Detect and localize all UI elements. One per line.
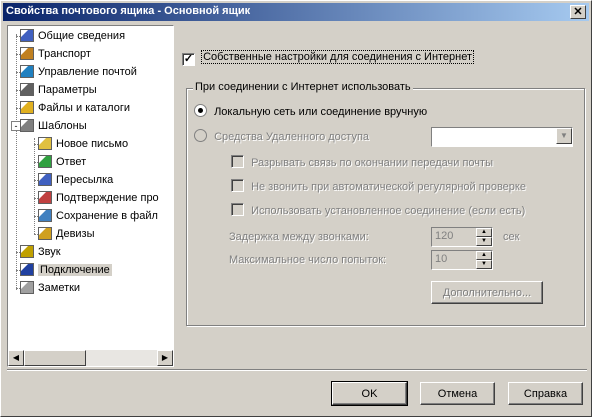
tree-item-label: Ответ [56, 156, 87, 168]
transport-icon [20, 47, 34, 60]
mottos-icon [38, 227, 52, 240]
tree-item-label: Подтверждение про [56, 192, 159, 204]
no-dial-label: Не звонить при автоматической регулярной… [251, 181, 526, 193]
mail-management-icon [20, 65, 34, 78]
dialog-window: Свойства почтового ящика - Основной ящик… [0, 0, 592, 417]
cancel-button[interactable]: Отмена [420, 382, 495, 405]
connection-settings-panel: ✓ Собственные настройки для соединения с… [177, 25, 587, 365]
new-letter-icon [38, 137, 52, 150]
divider [7, 369, 587, 371]
tree-item[interactable]: Транспорт [20, 46, 91, 62]
confirmation-icon [38, 191, 52, 204]
tree-item[interactable]: Общие сведения [20, 28, 125, 44]
tree-item[interactable]: Файлы и каталоги [20, 100, 130, 116]
tree-item[interactable]: Звук [20, 244, 61, 260]
group-title: При соединении с Интернет использовать [193, 81, 413, 93]
notes-icon [20, 281, 34, 294]
attempts-spinner[interactable]: 10 ▲ ▼ [431, 250, 493, 270]
advanced-button[interactable]: Дополнительно... [431, 281, 543, 304]
parameters-icon [20, 83, 34, 96]
reply-icon [38, 155, 52, 168]
radio-remote-row[interactable]: Средства Удаленного доступа [194, 129, 369, 143]
disconnect-row[interactable]: Разрывать связь по окончании передачи по… [231, 155, 493, 169]
tree-item[interactable]: Сохранение в файл [38, 208, 158, 224]
delay-spinner[interactable]: 120 ▲ ▼ [431, 227, 493, 247]
tree-item-label: Управление почтой [38, 66, 137, 78]
tree-item[interactable]: Ответ [38, 154, 86, 170]
title-bar[interactable]: Свойства почтового ящика - Основной ящик… [3, 3, 589, 21]
sound-icon [20, 245, 34, 258]
delay-label: Задержка между звонками: [229, 231, 369, 243]
tree-item[interactable]: Подтверждение про [38, 190, 159, 206]
tree-item[interactable]: Новое письмо [38, 136, 128, 152]
tree-item[interactable]: Параметры [20, 82, 97, 98]
remote-access-combo[interactable]: ▼ [431, 127, 573, 147]
save-to-file-icon [38, 209, 52, 222]
disconnect-checkbox[interactable] [231, 155, 244, 168]
scroll-right-button[interactable]: ▶ [157, 350, 173, 366]
delay-value: 120 [435, 230, 454, 242]
chevron-down-icon[interactable]: ▼ [556, 128, 572, 144]
tree-item[interactable]: Заметки [20, 280, 80, 296]
tree-item-label: Новое письмо [56, 138, 129, 150]
tree-item[interactable]: Управление почтой [20, 64, 137, 80]
radio-local-row[interactable]: Локальную сеть или соединение вручную [194, 104, 427, 118]
scroll-thumb[interactable] [24, 350, 86, 366]
help-button[interactable]: Справка [508, 382, 583, 405]
connection-method-group: При соединении с Интернет использовать Л… [186, 81, 585, 326]
tree-item[interactable]: Подключение [20, 262, 112, 278]
delay-unit: сек [503, 231, 520, 243]
tree-item[interactable]: Пересылка [38, 172, 113, 188]
no-dial-checkbox[interactable] [231, 179, 244, 192]
folders-icon [20, 101, 34, 114]
templates-icon [20, 119, 34, 132]
no-dial-row[interactable]: Не звонить при автоматической регулярной… [231, 179, 526, 193]
tree-view: Общие сведения Транспорт Управление почтой… [8, 26, 173, 346]
spin-up-icon[interactable]: ▲ [476, 228, 492, 237]
scroll-left-button[interactable]: ◀ [8, 350, 24, 366]
ok-button[interactable]: OK [331, 381, 408, 406]
close-button[interactable]: ✕ [570, 5, 586, 19]
spin-down-icon[interactable]: ▼ [476, 237, 492, 246]
tree-item-label: Подключение [38, 264, 112, 276]
tree-item-label: Шаблоны [38, 120, 87, 132]
own-settings-row[interactable]: ✓ Собственные настройки для соединения с… [182, 50, 475, 66]
tree-item[interactable]: Девизы [38, 226, 95, 242]
window-title: Свойства почтового ящика - Основной ящик [6, 5, 251, 17]
tree-item-label: Пересылка [56, 174, 114, 186]
tree-item-label: Заметки [38, 282, 81, 294]
tree-item-label: Общие сведения [38, 30, 126, 42]
own-settings-label: Собственные настройки для соединения с И… [201, 50, 475, 64]
radio-local-label: Локальную сеть или соединение вручную [214, 106, 428, 118]
use-existing-row[interactable]: Использовать установленное соединение (е… [231, 203, 525, 217]
use-existing-label: Использовать установленное соединение (е… [251, 205, 526, 217]
tree-item-label: Файлы и каталоги [38, 102, 130, 114]
info-icon [20, 29, 34, 42]
disconnect-label: Разрывать связь по окончании передачи по… [251, 157, 493, 169]
spin-up-icon[interactable]: ▲ [476, 251, 492, 260]
own-settings-checkbox[interactable]: ✓ [182, 53, 195, 66]
tree-item-label: Девизы [56, 228, 95, 240]
radio-local[interactable] [194, 104, 207, 117]
use-existing-checkbox[interactable] [231, 203, 244, 216]
connection-icon [20, 263, 34, 276]
radio-remote[interactable] [194, 129, 207, 142]
spin-down-icon[interactable]: ▼ [476, 260, 492, 269]
attempts-label: Максимальное число попыток: [229, 254, 387, 266]
tree-item-label: Сохранение в файл [56, 210, 158, 222]
attempts-value: 10 [435, 253, 448, 265]
tree-horizontal-scrollbar[interactable]: ◀ ▶ [8, 350, 173, 366]
tree-item[interactable]: Шаблоны [20, 118, 87, 134]
radio-remote-label: Средства Удаленного доступа [214, 131, 370, 143]
forward-icon [38, 173, 52, 186]
tree-item-label: Транспорт [38, 48, 91, 60]
settings-tree[interactable]: Общие сведения Транспорт Управление почтой… [7, 25, 174, 367]
tree-item-label: Параметры [38, 84, 97, 96]
tree-item-label: Звук [38, 246, 61, 258]
